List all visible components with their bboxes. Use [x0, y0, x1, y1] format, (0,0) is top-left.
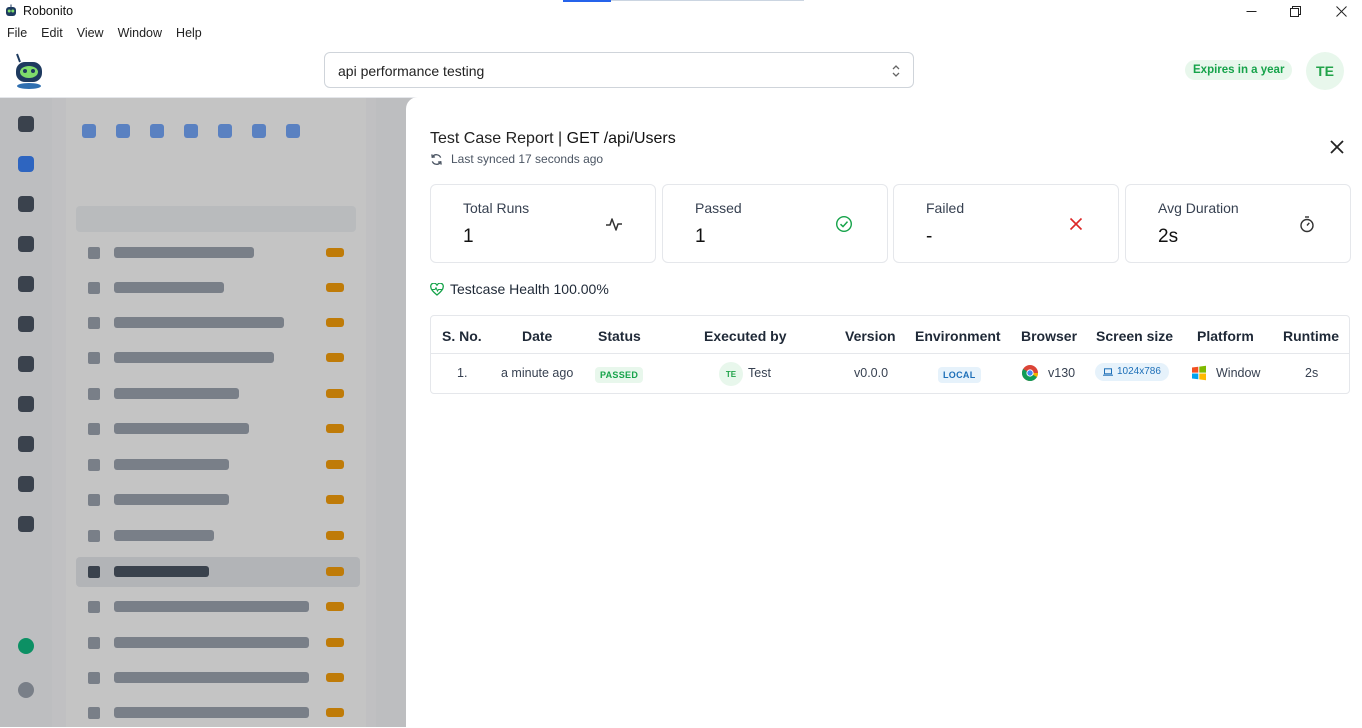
tab-indicator — [563, 0, 611, 2]
stat-label: Total Runs — [463, 200, 530, 216]
close-window-button[interactable] — [1326, 2, 1356, 20]
environment-badge: LOCAL — [938, 367, 981, 383]
stat-label: Avg Duration — [1158, 200, 1239, 216]
stat-label: Failed — [926, 200, 965, 216]
column-header: Environment — [915, 328, 1001, 344]
robonito-app-icon — [6, 4, 16, 16]
tab-indicator-track — [611, 0, 804, 1]
license-expiry-badge: Expires in a year — [1185, 60, 1293, 80]
laptop-icon — [1103, 368, 1113, 376]
report-title: Test Case Report | GET /api/Users — [430, 130, 676, 148]
screen-size-badge: 1024x786 — [1095, 363, 1169, 381]
refresh-icon[interactable] — [430, 153, 443, 166]
cell-browser-version: v130 — [1048, 366, 1076, 380]
column-header: Browser — [1021, 328, 1078, 344]
minimize-button[interactable] — [1236, 2, 1266, 20]
activity-icon — [606, 218, 622, 231]
column-header: Version — [845, 328, 896, 344]
screen-size-text: 1024x786 — [1117, 366, 1161, 377]
x-icon — [1069, 217, 1083, 231]
menu-bar: File Edit View Window Help — [0, 22, 1362, 44]
close-drawer-icon[interactable] — [1328, 138, 1346, 156]
status-badge: PASSED — [595, 367, 644, 383]
stat-value: 1 — [695, 226, 706, 247]
stat-card-passed: Passed 1 — [662, 184, 888, 263]
stat-card-avg-duration: Avg Duration 2s — [1125, 184, 1351, 263]
stat-value: - — [926, 226, 933, 247]
menu-file[interactable]: File — [7, 26, 27, 40]
report-endpoint: GET /api/Users — [566, 130, 676, 147]
menu-window[interactable]: Window — [118, 26, 162, 40]
check-circle-icon — [835, 215, 853, 233]
menu-view[interactable]: View — [77, 26, 104, 40]
user-avatar[interactable]: TE — [1306, 52, 1344, 90]
chevron-up-down-icon — [892, 65, 900, 77]
cell-executed-by: Test — [748, 366, 771, 380]
column-header: Platform — [1197, 328, 1254, 344]
cell-date: a minute ago — [501, 366, 574, 380]
runs-table: S. No. Date Status Executed by Version E… — [430, 315, 1350, 394]
window-title: Robonito — [23, 4, 74, 18]
stat-card-failed: Failed - — [893, 184, 1119, 263]
cell-platform: Window — [1216, 366, 1261, 380]
close-icon — [1335, 5, 1347, 17]
cell-sno: 1. — [457, 366, 468, 380]
column-header: Screen size — [1096, 328, 1174, 344]
column-header: Runtime — [1283, 328, 1339, 344]
search-value: api performance testing — [338, 63, 485, 79]
title-bar: Robonito — [0, 0, 1362, 22]
testcase-health: Testcase Health 100.00% — [430, 281, 609, 297]
executor-avatar: TE — [719, 362, 743, 386]
restore-button[interactable] — [1280, 2, 1310, 20]
menu-edit[interactable]: Edit — [41, 26, 63, 40]
restore-icon — [1289, 5, 1301, 17]
minimize-icon — [1246, 10, 1256, 12]
robonito-logo[interactable] — [12, 52, 46, 90]
column-header: Date — [522, 328, 553, 344]
health-text: Testcase Health 100.00% — [450, 281, 609, 297]
cell-version: v0.0.0 — [854, 366, 889, 380]
test-case-report-drawer: Test Case Report | GET /api/Users Last s… — [406, 97, 1362, 727]
stopwatch-icon — [1300, 216, 1314, 233]
project-search-select[interactable]: api performance testing — [324, 52, 914, 88]
cell-runtime: 2s — [1305, 366, 1319, 380]
column-header: Executed by — [704, 328, 787, 344]
stat-label: Passed — [695, 200, 742, 216]
sync-status: Last synced 17 seconds ago — [430, 152, 603, 166]
table-header-divider — [431, 353, 1349, 354]
column-header: Status — [598, 328, 641, 344]
heart-pulse-icon — [430, 282, 444, 296]
report-title-prefix: Test Case Report | — [430, 130, 567, 147]
stat-value: 2s — [1158, 226, 1179, 247]
windows-logo-icon — [1192, 365, 1206, 381]
chrome-icon — [1022, 365, 1038, 382]
column-header: S. No. — [442, 328, 482, 344]
app-header: api performance testing Expires in a yea… — [0, 44, 1362, 98]
last-synced-text: Last synced 17 seconds ago — [451, 152, 604, 166]
menu-help[interactable]: Help — [176, 26, 202, 40]
stat-card-total-runs: Total Runs 1 — [430, 184, 656, 263]
stat-value: 1 — [463, 226, 474, 247]
